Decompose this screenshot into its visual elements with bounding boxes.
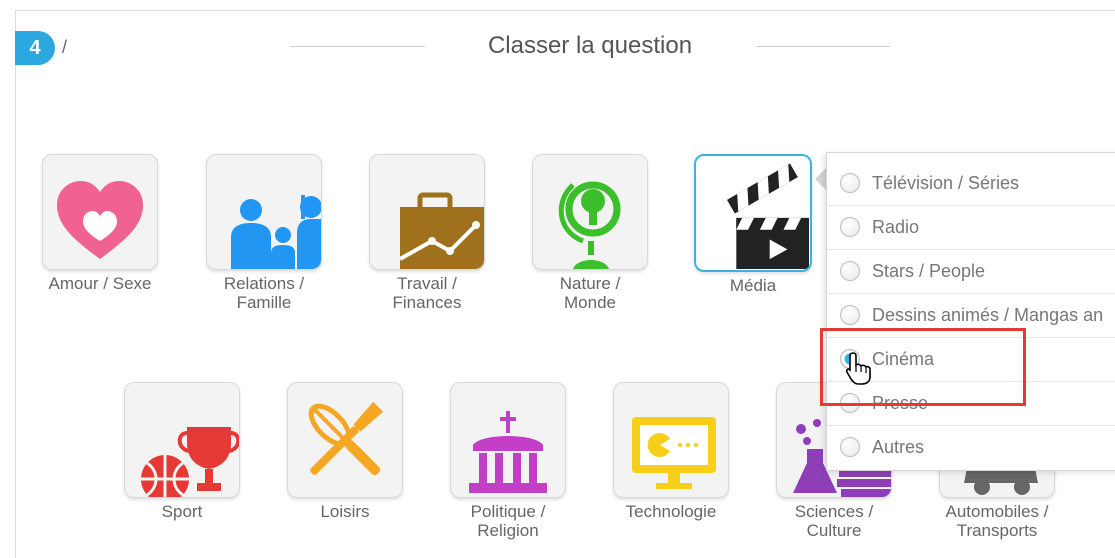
category-relations-famille[interactable]: Relations / Famille (204, 154, 324, 312)
hand-pointer-icon (845, 352, 871, 385)
step-badge: 4 (15, 31, 55, 65)
radio-button[interactable] (840, 173, 860, 193)
category-tile-selected[interactable] (694, 154, 812, 272)
category-tile[interactable] (42, 154, 158, 270)
dropdown-pointer (815, 168, 826, 190)
radio-button[interactable] (840, 217, 860, 237)
globe-tree-icon (558, 181, 621, 269)
category-politique-religion[interactable]: Politique / Religion (448, 382, 568, 540)
category-tile[interactable] (369, 154, 485, 270)
category-nature-monde[interactable]: Nature / Monde (530, 154, 650, 312)
category-sport[interactable]: Sport (122, 382, 242, 521)
category-tile[interactable] (450, 382, 566, 498)
category-label: Média (729, 276, 777, 295)
category-loisirs[interactable]: Loisirs (285, 382, 405, 521)
whisk-brush-icon (308, 401, 384, 476)
category-label: Amour / Sexe (48, 274, 152, 293)
option-label: Autres (872, 436, 925, 457)
family-icon (231, 195, 321, 269)
step-number: 4 (29, 36, 41, 59)
option-label: Stars / People (872, 260, 986, 281)
option-stars-people[interactable]: Stars / People (827, 249, 1115, 294)
option-autres[interactable]: Autres (827, 425, 1115, 469)
option-label: Dessins animés / Mangas an (872, 304, 1104, 325)
category-travail-finances[interactable]: Travail / Finances (367, 154, 487, 312)
category-label: Travail / Finances (392, 274, 462, 312)
clapperboard-icon (727, 163, 809, 269)
category-tile[interactable] (613, 382, 729, 498)
category-amour-sexe[interactable]: Amour / Sexe (40, 154, 160, 293)
category-tile[interactable] (124, 382, 240, 498)
radio-button[interactable] (840, 305, 860, 325)
monitor-icon (632, 417, 716, 489)
heart-icon (57, 181, 143, 259)
category-label: Automobiles / Transports (945, 502, 1049, 540)
title-bar: Classer la question (290, 30, 890, 62)
category-label: Politique / Religion (470, 502, 546, 540)
category-tile[interactable] (206, 154, 322, 270)
option-television-series[interactable]: Télévision / Séries (827, 161, 1115, 206)
category-label: Sport (161, 502, 203, 521)
category-label: Loisirs (320, 502, 370, 521)
radio-button[interactable] (840, 437, 860, 457)
category-label: Relations / Famille (223, 274, 305, 312)
page-title: Classer la question (487, 32, 693, 59)
category-technologie[interactable]: Technologie (611, 382, 731, 521)
option-label: Télévision / Séries (872, 172, 1020, 193)
media-subcategory-dropdown: Télévision / Séries Radio Stars / People… (826, 152, 1115, 471)
category-tile[interactable] (532, 154, 648, 270)
trophy-ball-icon (141, 427, 239, 497)
building-icon (469, 411, 547, 493)
step-separator: / (62, 37, 68, 57)
radio-button[interactable] (840, 261, 860, 281)
option-radio[interactable]: Radio (827, 205, 1115, 250)
category-media[interactable]: Média (693, 154, 813, 295)
category-label: Technologie (625, 502, 717, 521)
category-tile[interactable] (287, 382, 403, 498)
category-label: Sciences / Culture (794, 502, 874, 540)
briefcase-icon (399, 192, 484, 269)
category-label: Nature / Monde (559, 274, 621, 312)
option-label: Radio (872, 216, 920, 237)
